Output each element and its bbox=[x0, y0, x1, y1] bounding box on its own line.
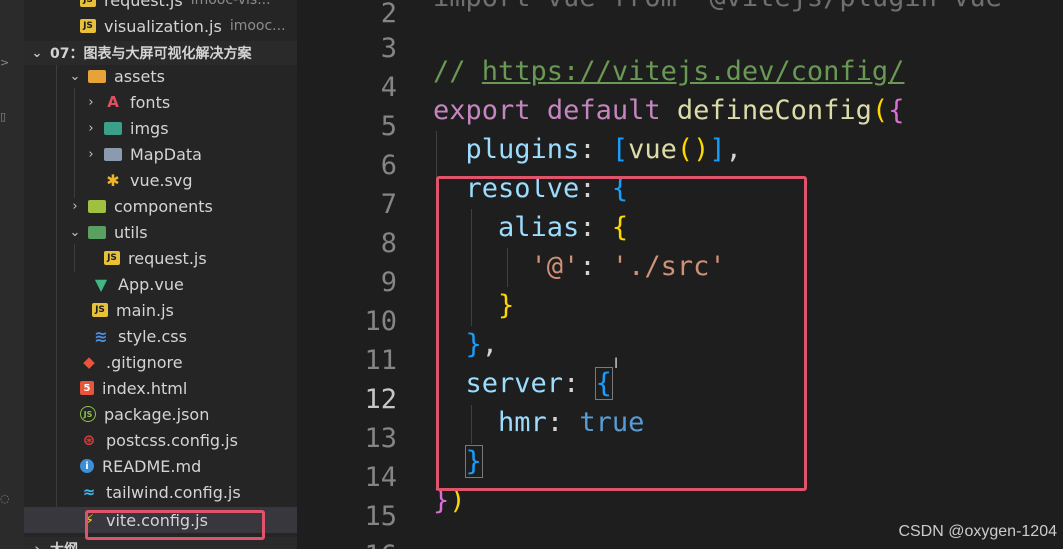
code-line-3: 3 bbox=[297, 13, 1063, 64]
file-item-main-js[interactable]: JS main.js bbox=[24, 297, 297, 323]
js-icon: JS bbox=[104, 251, 120, 265]
workspace-folder-label: 07：图表与大屏可视化解决方案 bbox=[50, 46, 252, 62]
file-label: style.css bbox=[118, 326, 187, 346]
file-item-index-html[interactable]: 5 index.html bbox=[24, 375, 297, 401]
file-label: postcss.config.js bbox=[106, 430, 238, 450]
js-icon: JS bbox=[92, 303, 108, 317]
file-label: visualization.js bbox=[104, 16, 222, 36]
watermark: CSDN @oxygen-1204 bbox=[898, 523, 1057, 540]
file-label: package.json bbox=[104, 404, 210, 424]
folder-item-mapdata[interactable]: › MapData bbox=[24, 141, 297, 167]
file-item-tailwind-config-js[interactable]: ≈ tailwind.config.js bbox=[24, 479, 297, 505]
file-label: App.vue bbox=[118, 274, 184, 294]
file-label: main.js bbox=[116, 300, 174, 320]
folder-label: assets bbox=[114, 66, 165, 86]
folder-label: fonts bbox=[130, 92, 171, 112]
folder-label: components bbox=[114, 196, 213, 216]
file-item-visualization-js[interactable]: JS visualization.js imooc... bbox=[80, 13, 297, 39]
file-item-request-js-utils[interactable]: JS request.js bbox=[24, 245, 297, 271]
chevron-right-icon: › bbox=[88, 94, 94, 110]
code-line-4: 4 // https://vitejs.dev/config/ bbox=[297, 52, 1063, 103]
file-item-request-js[interactable]: JS request.js imooc-vis... bbox=[80, 0, 297, 13]
file-label: request.js bbox=[128, 248, 207, 268]
file-item-style-css[interactable]: ≋ style.css bbox=[24, 323, 297, 349]
chevron-right-icon: › bbox=[72, 198, 78, 214]
file-item-readme-md[interactable]: i README.md bbox=[24, 453, 297, 479]
code-line-5: 5 export default defineConfig({ bbox=[297, 91, 1063, 142]
code-text: plugins: [vue()], bbox=[465, 134, 742, 165]
line-number: 16 bbox=[297, 540, 397, 549]
file-label: .gitignore bbox=[106, 352, 183, 372]
json-icon: JS bbox=[80, 406, 96, 422]
js-icon: JS bbox=[80, 0, 96, 7]
file-item-postcss-config-js[interactable]: ⊛ postcss.config.js bbox=[24, 427, 297, 453]
postcss-icon: ⊛ bbox=[82, 431, 96, 449]
file-label: tailwind.config.js bbox=[106, 482, 241, 502]
folder-item-imgs[interactable]: › imgs bbox=[24, 115, 297, 141]
extensions-icon[interactable]: ▯ bbox=[0, 111, 10, 122]
file-label: README.md bbox=[102, 456, 202, 476]
file-description: imooc... bbox=[229, 18, 286, 34]
git-icon: ◆ bbox=[83, 353, 95, 371]
fonts-folder-icon: A bbox=[107, 93, 119, 111]
folder-item-utils[interactable]: ⌄ utils bbox=[24, 219, 297, 245]
code-line-6: 6 plugins: [vue()], bbox=[297, 130, 1063, 181]
file-explorer: JS request.js imooc-vis... JS visualizat… bbox=[24, 0, 297, 549]
folder-item-fonts[interactable]: › A fonts bbox=[24, 89, 297, 115]
chevron-down-icon: ⌄ bbox=[69, 68, 81, 84]
folder-label: utils bbox=[114, 222, 148, 242]
file-label: index.html bbox=[102, 378, 188, 398]
file-item-gitignore[interactable]: ◆ .gitignore bbox=[24, 349, 297, 375]
svg-icon: ✱ bbox=[106, 170, 120, 190]
file-item-package-json[interactable]: JS package.json bbox=[24, 401, 297, 427]
js-icon: JS bbox=[80, 19, 96, 33]
html-icon: 5 bbox=[80, 381, 94, 395]
file-item-app-vue[interactable]: ▼ App.vue bbox=[24, 271, 297, 297]
utils-folder-icon bbox=[88, 225, 106, 239]
code-highlight-box bbox=[436, 176, 807, 491]
folder-label: MapData bbox=[130, 144, 202, 164]
chevron-right-icon[interactable]: > bbox=[0, 57, 10, 68]
folder-icon bbox=[104, 147, 122, 161]
file-label: request.js bbox=[104, 0, 183, 10]
code-text: import vue from '@vitejs/plugin-vue' bbox=[433, 0, 1018, 13]
imgs-folder-icon bbox=[104, 121, 122, 135]
chevron-down-icon: ⌄ bbox=[69, 224, 81, 240]
folder-item-components[interactable]: › components bbox=[24, 193, 297, 219]
file-label: vue.svg bbox=[130, 170, 193, 190]
info-icon: i bbox=[80, 459, 94, 473]
activity-bar: > ▯ ◌ bbox=[0, 0, 24, 549]
chevron-right-icon: › bbox=[88, 146, 94, 162]
code-text: // https://vitejs.dev/config/ bbox=[433, 56, 905, 87]
folder-label: imgs bbox=[130, 118, 169, 138]
workspace-folder-header[interactable]: ⌄ 07：图表与大屏可视化解决方案 bbox=[24, 41, 297, 65]
code-editor[interactable]: 2 import vue from '@vitejs/plugin-vue' 3… bbox=[297, 0, 1063, 549]
vue-icon: ▼ bbox=[94, 274, 108, 294]
file-highlight-box bbox=[85, 510, 265, 540]
info-icon[interactable]: ◌ bbox=[0, 493, 10, 504]
outline-label: 大纲 bbox=[50, 539, 78, 549]
code-text: export default defineConfig({ bbox=[433, 95, 905, 126]
text-cursor-icon: I bbox=[614, 356, 619, 372]
comment-link[interactable]: https://vitejs.dev/config/ bbox=[482, 56, 905, 87]
components-folder-icon bbox=[88, 199, 106, 213]
folder-item-assets[interactable]: ⌄ assets bbox=[24, 63, 297, 89]
chevron-right-icon: › bbox=[34, 541, 40, 549]
tailwind-icon: ≈ bbox=[82, 483, 96, 501]
assets-folder-icon bbox=[88, 69, 106, 83]
file-item-vue-svg[interactable]: ✱ vue.svg bbox=[24, 167, 297, 193]
chevron-down-icon: ⌄ bbox=[31, 45, 43, 61]
chevron-right-icon: › bbox=[88, 120, 94, 136]
file-description: imooc-vis... bbox=[190, 0, 271, 8]
css-icon: ≋ bbox=[94, 326, 108, 346]
